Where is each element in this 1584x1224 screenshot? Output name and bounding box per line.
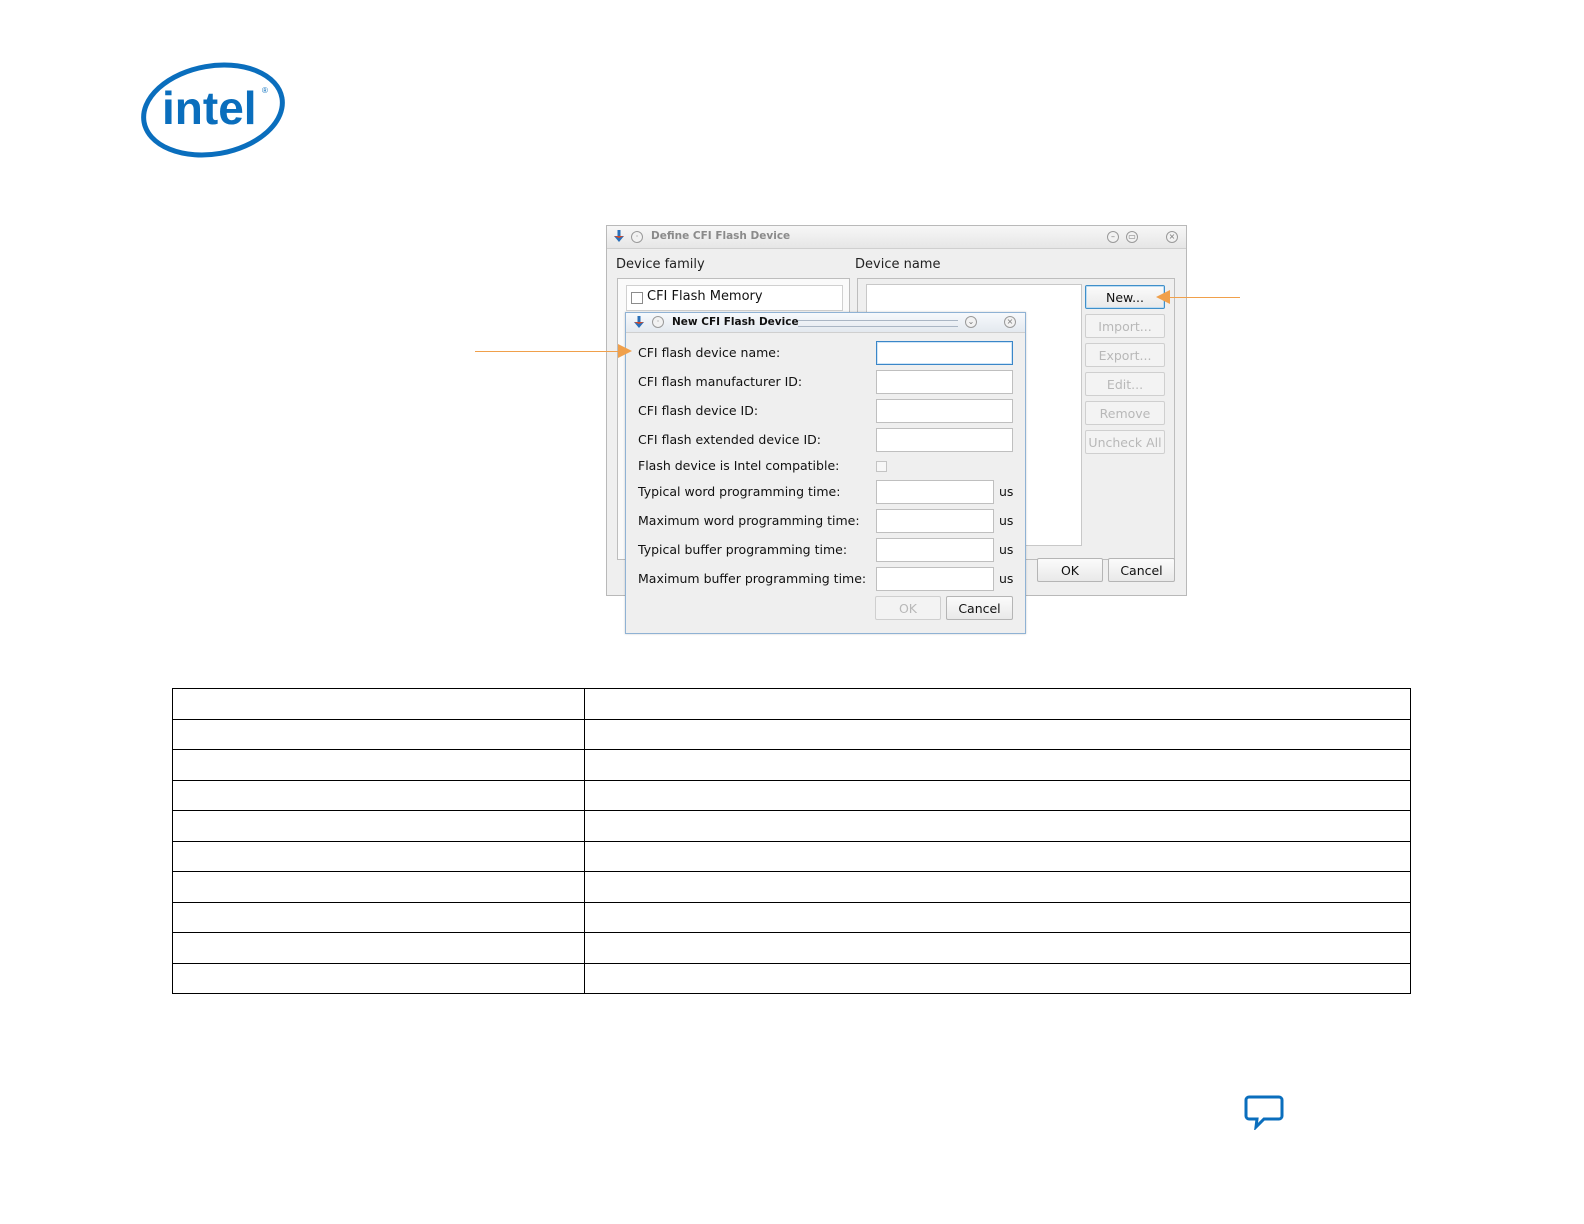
table-cell xyxy=(172,810,585,842)
table-cell xyxy=(584,718,1411,750)
table-row xyxy=(172,932,1411,964)
table-cell xyxy=(584,810,1411,842)
table-row xyxy=(172,749,1411,781)
table-cell xyxy=(584,749,1411,781)
remove-button[interactable]: Remove xyxy=(1085,401,1165,425)
chevron-down-icon[interactable]: ⌄ xyxy=(965,316,977,328)
table-row xyxy=(172,718,1411,750)
table-row xyxy=(172,688,1411,720)
table-row xyxy=(172,779,1411,811)
annotation-arrow-head-left xyxy=(618,344,632,358)
table-cell xyxy=(172,901,585,933)
table-cell xyxy=(584,901,1411,933)
intel-logo-text: intel xyxy=(162,82,257,134)
minimize-icon[interactable]: – xyxy=(1107,231,1119,243)
close-icon[interactable]: × xyxy=(1166,231,1178,243)
max-word-time-label: Maximum word programming time: xyxy=(638,513,860,528)
table-cell xyxy=(172,749,585,781)
table-row xyxy=(172,840,1411,872)
chat-bubble-icon[interactable] xyxy=(1244,1094,1284,1130)
new-button[interactable]: New... xyxy=(1085,285,1165,309)
typ-word-time-input[interactable] xyxy=(876,480,994,504)
device-name-field-label: CFI flash device name: xyxy=(638,345,781,360)
extended-device-id-input[interactable] xyxy=(876,428,1013,452)
max-buffer-time-unit: us xyxy=(999,571,1014,586)
table-cell xyxy=(172,688,585,720)
registered-mark: ® xyxy=(262,86,268,95)
window-menu-icon[interactable]: · xyxy=(631,231,643,243)
family-checkbox[interactable] xyxy=(631,292,643,304)
table-cell xyxy=(172,962,585,994)
manufacturer-id-input[interactable] xyxy=(876,370,1013,394)
table-cell xyxy=(172,779,585,811)
family-list-item[interactable]: CFI Flash Memory xyxy=(626,285,843,311)
table-cell xyxy=(172,718,585,750)
extended-device-id-label: CFI flash extended device ID: xyxy=(638,432,821,447)
annotation-arrow-line-right xyxy=(1168,297,1240,298)
app-icon xyxy=(634,316,644,328)
inner-cancel-button[interactable]: Cancel xyxy=(946,596,1013,620)
max-buffer-time-input[interactable] xyxy=(876,567,994,591)
annotation-arrow-line-left xyxy=(475,351,620,352)
outer-cancel-button[interactable]: Cancel xyxy=(1108,558,1175,582)
table-cell xyxy=(584,840,1411,872)
app-icon xyxy=(614,230,624,242)
export-button[interactable]: Export... xyxy=(1085,343,1165,367)
close-icon[interactable]: × xyxy=(1004,316,1016,328)
outer-dialog-title: Define CFI Flash Device xyxy=(651,230,791,242)
max-word-time-unit: us xyxy=(999,513,1014,528)
intel-compatible-checkbox[interactable] xyxy=(876,461,887,472)
device-id-input[interactable] xyxy=(876,399,1013,423)
table-cell xyxy=(172,840,585,872)
uncheck-all-button[interactable]: Uncheck All xyxy=(1085,430,1165,454)
table-row xyxy=(172,810,1411,842)
edit-button[interactable]: Edit... xyxy=(1085,372,1165,396)
device-name-label: Device name xyxy=(855,257,941,272)
inner-dialog-title: New CFI Flash Device xyxy=(672,316,799,328)
outer-ok-button[interactable]: OK xyxy=(1037,558,1103,582)
max-buffer-time-label: Maximum buffer programming time: xyxy=(638,571,867,586)
table-row xyxy=(172,871,1411,903)
table-cell xyxy=(584,779,1411,811)
inner-ok-button[interactable]: OK xyxy=(875,596,941,620)
typ-buffer-time-label: Typical buffer programming time: xyxy=(638,542,848,557)
max-word-time-input[interactable] xyxy=(876,509,994,533)
typ-word-time-label: Typical word programming time: xyxy=(638,484,841,499)
table-row xyxy=(172,901,1411,933)
intel-logo: intel ® xyxy=(141,62,285,158)
table-cell xyxy=(172,871,585,903)
device-id-label: CFI flash device ID: xyxy=(638,403,759,418)
table-row xyxy=(172,962,1411,994)
window-menu-icon[interactable]: · xyxy=(652,316,664,328)
import-button[interactable]: Import... xyxy=(1085,314,1165,338)
typ-buffer-time-input[interactable] xyxy=(876,538,994,562)
family-item-label: CFI Flash Memory xyxy=(647,289,763,304)
typ-buffer-time-unit: us xyxy=(999,542,1014,557)
parameters-table xyxy=(172,688,1411,994)
titlebar-grip xyxy=(798,320,958,327)
device-name-input[interactable] xyxy=(876,341,1013,365)
table-cell xyxy=(584,688,1411,720)
maximize-icon[interactable]: ▭ xyxy=(1126,231,1138,243)
table-cell xyxy=(584,932,1411,964)
annotation-arrow-head-right xyxy=(1156,290,1170,304)
new-cfi-flash-device-dialog: · New CFI Flash Device ⌄ × CFI flash dev… xyxy=(625,312,1026,634)
manufacturer-id-label: CFI flash manufacturer ID: xyxy=(638,374,803,389)
table-cell xyxy=(584,871,1411,903)
table-cell xyxy=(172,932,585,964)
table-cell xyxy=(584,962,1411,994)
inner-titlebar: · New CFI Flash Device ⌄ × xyxy=(626,313,1025,333)
typ-word-time-unit: us xyxy=(999,484,1014,499)
intel-compatible-label: Flash device is Intel compatible: xyxy=(638,458,840,473)
outer-titlebar: · Define CFI Flash Device – ▭ × xyxy=(607,226,1186,249)
device-family-label: Device family xyxy=(616,257,705,272)
